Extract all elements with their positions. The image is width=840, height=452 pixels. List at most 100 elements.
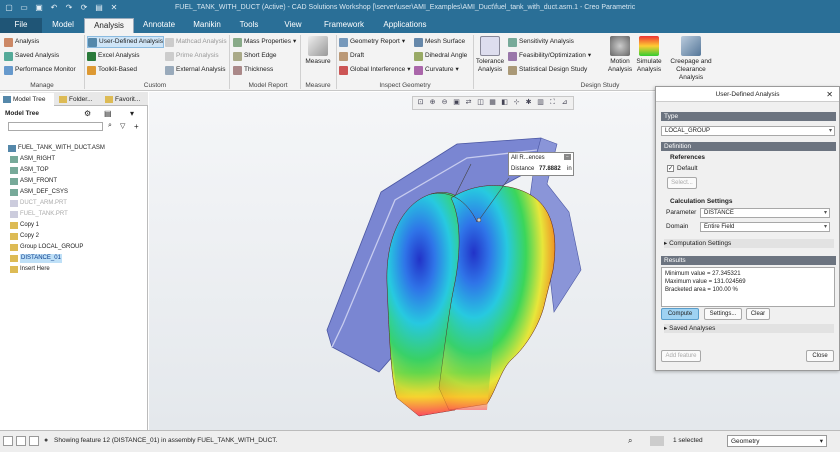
clear-button[interactable]: Clear (746, 308, 770, 320)
creepage-clearance-analysis-button[interactable]: Creepage and Clearance Analysis (664, 36, 718, 82)
model-tree-search-input[interactable] (8, 122, 103, 131)
mesh-surface-button[interactable]: Mesh Surface (414, 36, 465, 48)
simulate-analysis-button[interactable]: Simulate Analysis (634, 36, 664, 74)
tab-favorites[interactable]: Favorit... (102, 93, 148, 106)
feasibility-optimization-button[interactable]: Feasibility/Optimization ▾ (508, 50, 591, 62)
close-button[interactable]: Close (806, 350, 834, 362)
add-feature-button[interactable]: Add feature (661, 350, 701, 362)
draft-button[interactable]: Draft (339, 50, 364, 62)
add-column-icon[interactable]: + (134, 122, 139, 131)
saved-analyses-expander[interactable]: ▸ Saved Analyses (664, 324, 834, 333)
group-manage-label[interactable]: Manage (6, 81, 78, 90)
search-icon[interactable]: ⌕ (108, 122, 112, 130)
full-screen-icon[interactable] (29, 436, 39, 446)
ribbon: Analysis Saved Analysis Performance Moni… (0, 33, 840, 91)
motion-analysis-button[interactable]: Motion Analysis (604, 36, 636, 74)
tree-item[interactable]: FUEL_TANK_WITH_DUCT.ASM (8, 144, 105, 153)
external-analysis-button[interactable]: External Analysis (165, 64, 226, 76)
callout-distance-label: Distance (511, 166, 535, 172)
analysis-button[interactable]: Analysis (4, 36, 39, 48)
thickness-button[interactable]: Thickness (233, 64, 273, 76)
external-analysis-icon (165, 65, 174, 75)
sensitivity-analysis-button[interactable]: Sensitivity Analysis (508, 36, 574, 48)
tab-file[interactable]: File (0, 18, 42, 33)
default-checkbox[interactable]: ✓ (667, 165, 674, 172)
tab-framework[interactable]: Framework (316, 18, 372, 33)
tree-item[interactable]: Copy 1 (10, 221, 39, 230)
tree-item-icon (10, 266, 18, 273)
tolerance-analysis-button[interactable]: Tolerance Analysis (474, 36, 506, 74)
domain-select[interactable]: Entire Field ▾ (700, 222, 830, 232)
tree-columns-icon[interactable]: ▤ (104, 109, 112, 118)
selection-filter-select[interactable]: Geometry ▾ (727, 435, 827, 447)
close-window-icon[interactable]: ✕ (108, 2, 120, 14)
toggle-browser-icon[interactable] (16, 436, 26, 446)
redo-icon[interactable]: ↷ (63, 2, 75, 14)
tree-item[interactable]: ASM_RIGHT (10, 155, 55, 164)
curvature-button[interactable]: Curvature ▾ (414, 64, 459, 76)
short-edge-button[interactable]: Short Edge (233, 50, 277, 62)
callout-collapse-icon[interactable]: − (564, 154, 571, 160)
tab-folder-browser[interactable]: Folder... (56, 93, 100, 106)
global-interference-button[interactable]: Global Interference ▾ (339, 64, 411, 76)
tree-item[interactable]: FUEL_TANK.PRT (10, 210, 68, 219)
performance-monitor-button[interactable]: Performance Monitor (4, 64, 76, 76)
tab-analysis[interactable]: Analysis (84, 18, 134, 33)
chevron-down-icon: ▾ (828, 128, 832, 134)
select-button[interactable]: Select... (667, 177, 697, 189)
tab-model[interactable]: Model (43, 18, 83, 33)
geometry-report-button[interactable]: Geometry Report ▾ (339, 36, 405, 48)
mathcad-analysis-button[interactable]: Mathcad Analysis (165, 36, 227, 48)
mass-properties-button[interactable]: Mass Properties ▾ (233, 36, 296, 48)
tree-item[interactable]: ASM_TOP (10, 166, 49, 175)
computation-settings-expander[interactable]: ▸ Computation Settings (664, 239, 834, 248)
tree-item[interactable]: Group LOCAL_GROUP (10, 243, 83, 252)
type-section-header: Type (661, 112, 836, 121)
save-icon[interactable]: ▣ (33, 2, 45, 14)
tab-view[interactable]: View (276, 18, 310, 33)
tree-item[interactable]: DISTANCE_01 (10, 254, 62, 263)
find-icon[interactable]: ⌕ (628, 436, 632, 446)
filter-icon[interactable]: ▽ (120, 122, 125, 130)
selection-tool-icon[interactable] (650, 436, 664, 446)
tab-annotate[interactable]: Annotate (136, 18, 182, 33)
compute-button[interactable]: Compute (661, 308, 699, 320)
group-design-study-label: Design Study (580, 82, 620, 89)
tab-manikin[interactable]: Manikin (184, 18, 230, 33)
user-defined-analysis-button[interactable]: User-Defined Analysis (87, 36, 164, 48)
regenerate-icon[interactable]: ⟳ (78, 2, 90, 14)
tree-show-icon[interactable]: ▾ (130, 109, 134, 118)
prime-analysis-button[interactable]: Prime Analysis (165, 50, 219, 62)
measure-point[interactable] (476, 217, 482, 223)
excel-analysis-button[interactable]: Excel Analysis (87, 50, 140, 62)
dihedral-angle-button[interactable]: Dihedral Angle (414, 50, 467, 62)
saved-analysis-button[interactable]: Saved Analysis (4, 50, 59, 62)
toolkit-based-button[interactable]: Toolkit-Based (87, 64, 137, 76)
tree-item[interactable]: ASM_DEF_CSYS (10, 188, 68, 197)
tree-item[interactable]: Copy 2 (10, 232, 39, 241)
measure-button[interactable]: Measure (301, 36, 335, 66)
windows-icon[interactable]: ▤ (93, 2, 105, 14)
settings-button[interactable]: Settings... (704, 308, 742, 320)
type-select[interactable]: LOCAL_GROUP ▾ (661, 126, 835, 136)
statistical-design-study-button[interactable]: Statistical Design Study (508, 64, 587, 76)
tree-settings-icon[interactable]: ⚙ (84, 109, 91, 118)
tree-item-label: ASM_RIGHT (20, 156, 56, 162)
distance-callout[interactable]: All R...ences − Distance 77.8882 in (508, 152, 574, 176)
tree-item-icon (10, 200, 18, 207)
parameter-select[interactable]: DISTANCE ▾ (700, 208, 830, 218)
tab-applications[interactable]: Applications (376, 18, 434, 33)
close-icon[interactable]: ✕ (826, 87, 833, 102)
tree-item[interactable]: DUCT_ARM.PRT (10, 199, 67, 208)
tab-model-tree[interactable]: Model Tree (0, 93, 54, 106)
toggle-navigator-icon[interactable] (3, 436, 13, 446)
tab-tools[interactable]: Tools (232, 18, 266, 33)
undo-icon[interactable]: ↶ (48, 2, 60, 14)
open-icon[interactable]: ▭ (18, 2, 30, 14)
tree-item[interactable]: Insert Here (10, 265, 50, 274)
group-model-report-label[interactable]: Model Report (236, 81, 300, 90)
new-icon[interactable]: ▢ (3, 2, 15, 14)
maximum-value-text: Maximum value = 131.024569 (665, 279, 746, 285)
group-inspect-geometry-label[interactable]: Inspect Geometry (350, 81, 460, 90)
tree-item[interactable]: ASM_FRONT (10, 177, 57, 186)
